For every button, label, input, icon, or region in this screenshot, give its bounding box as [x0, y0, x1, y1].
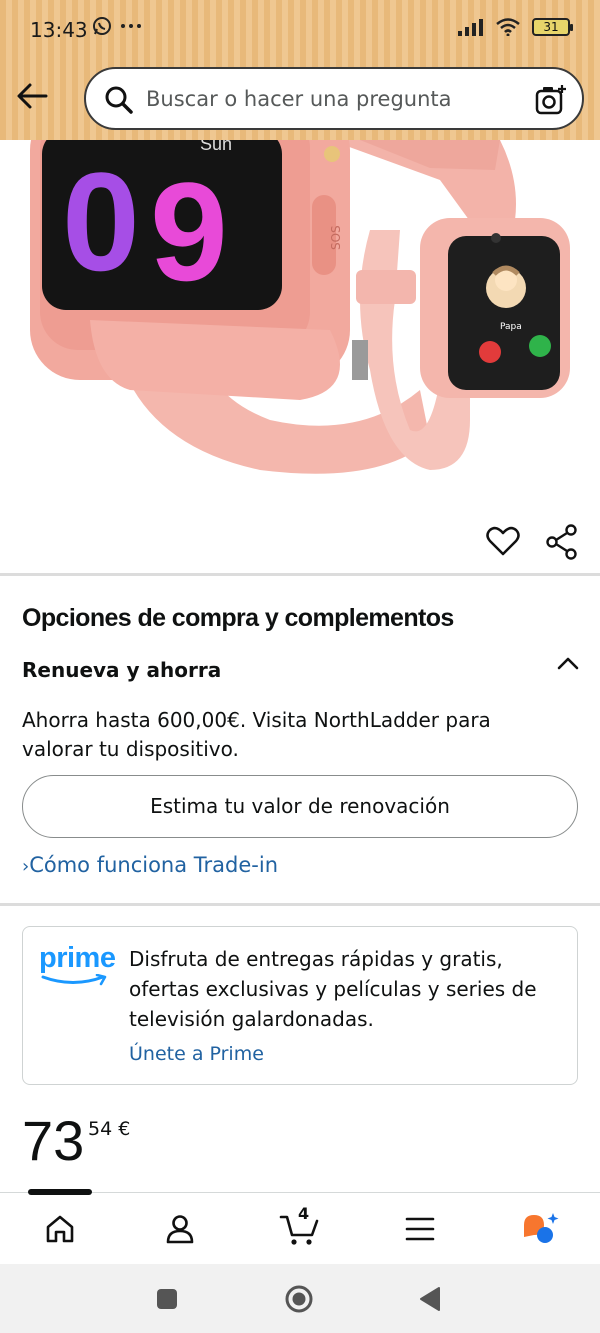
account-icon: [166, 1215, 194, 1244]
search-icon: [105, 86, 133, 114]
renew-title: Renueva y ahorra: [22, 658, 222, 682]
nav-cart[interactable]: 4: [276, 1204, 324, 1251]
menu-icon: [405, 1217, 435, 1241]
prime-logo: prime: [39, 943, 119, 992]
home-circle-icon[interactable]: [284, 1284, 314, 1314]
section-divider: [0, 903, 600, 906]
estimate-trade-in-button[interactable]: Estima tu valor de renovación: [22, 775, 578, 838]
smartwatch-image: 0 9 Sun SOS Papa: [30, 140, 570, 474]
trade-in-link[interactable]: ›Cómo funciona Trade-in: [22, 853, 278, 877]
recents-icon[interactable]: [156, 1288, 178, 1310]
favorite-icon[interactable]: [486, 524, 520, 558]
active-tab-indicator: [28, 1189, 92, 1195]
battery-icon: 31: [532, 18, 573, 36]
nav-home[interactable]: [36, 1207, 84, 1251]
product-price: 73 54 €: [22, 1108, 130, 1173]
search-input[interactable]: Buscar o hacer una pregunta: [84, 67, 584, 130]
buying-options-title: Opciones de compra y complementos: [22, 604, 454, 632]
svg-text:9: 9: [150, 153, 228, 310]
price-fraction: 54 €: [88, 1118, 131, 1140]
back-button[interactable]: [14, 78, 54, 114]
status-bar: 13:43 31: [0, 0, 600, 60]
more-icon: [121, 24, 141, 28]
product-image[interactable]: 0 9 Sun SOS Papa: [0, 140, 600, 500]
app-header: 13:43 31 Buscar o hacer una pregunta: [0, 0, 600, 140]
price-whole: 73: [22, 1109, 85, 1172]
signal-icon: [458, 19, 483, 36]
system-navigation-bar: [0, 1264, 600, 1333]
svg-text:Sun: Sun: [200, 140, 232, 154]
join-prime-link[interactable]: Únete a Prime: [129, 1043, 264, 1065]
nav-account[interactable]: [156, 1207, 204, 1251]
search-placeholder: Buscar o hacer una pregunta: [146, 87, 452, 111]
status-left-icons: [92, 16, 142, 36]
renew-description: Ahorra hasta 600,00€. Visita NorthLadder…: [22, 708, 491, 761]
nav-menu[interactable]: [396, 1207, 444, 1251]
svg-text:SOS: SOS: [329, 225, 343, 250]
wifi-icon: [496, 18, 520, 36]
prime-logo-text: prime: [39, 942, 116, 974]
status-time: 13:43: [30, 18, 88, 42]
home-icon: [46, 1215, 74, 1243]
chevron-up-icon[interactable]: [556, 652, 580, 676]
section-divider: [0, 573, 600, 576]
rufus-icon: [524, 1213, 559, 1243]
whatsapp-icon: [93, 17, 111, 35]
camera-search-icon[interactable]: [534, 83, 568, 117]
svg-text:Papa: Papa: [500, 322, 522, 332]
status-right-icons: 31: [458, 18, 573, 36]
prime-smile-icon: [41, 973, 107, 986]
trade-in-link-label: Cómo funciona Trade-in: [29, 853, 279, 877]
bottom-navigation: 4: [0, 1189, 600, 1264]
share-icon[interactable]: [544, 524, 580, 560]
prime-description: Disfruta de entregas rápidas y gratis, o…: [129, 947, 537, 1031]
svg-text:0: 0: [62, 143, 140, 300]
back-triangle-icon[interactable]: [418, 1286, 442, 1312]
cart-count-badge: 4: [298, 1204, 310, 1223]
arrow-left-icon: [17, 83, 48, 109]
nav-rufus[interactable]: [516, 1207, 564, 1251]
prime-card: prime Disfruta de entregas rápidas y gra…: [22, 926, 578, 1085]
